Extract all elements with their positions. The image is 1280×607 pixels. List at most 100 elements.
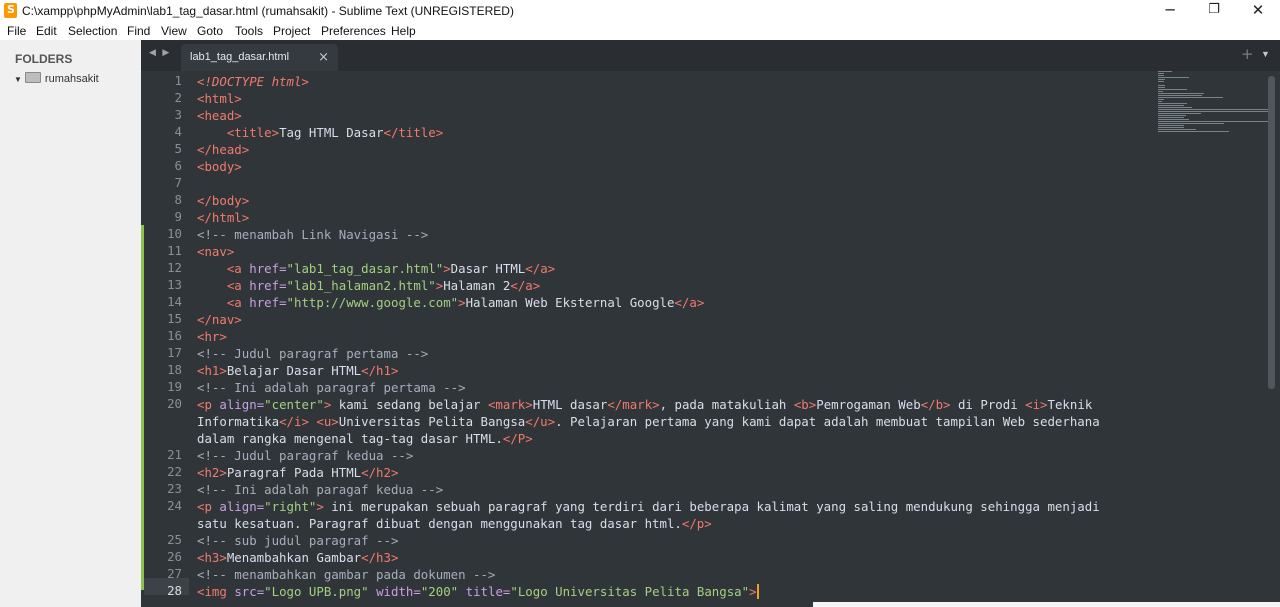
code-token: </h2> (361, 465, 399, 480)
tab-close-icon[interactable]: × (318, 50, 329, 65)
code-token: Halaman 2 (443, 278, 511, 293)
menu-tools[interactable]: Tools (235, 24, 263, 38)
code-line[interactable]: </body> (197, 192, 249, 209)
menu-goto[interactable]: Goto (197, 24, 223, 38)
folders-header: FOLDERS (15, 52, 73, 66)
minimap-line (1158, 99, 1164, 100)
code-line[interactable]: <img src="Logo UPB.png" width="200" titl… (197, 583, 759, 600)
code-line[interactable]: <!-- Ini adalah paragraf pertama --> (197, 379, 466, 396)
code-token: <mark> (487, 397, 533, 412)
code-line[interactable]: <head> (197, 107, 242, 124)
code-line[interactable]: </html> (197, 209, 249, 226)
vertical-scrollbar[interactable] (1268, 76, 1275, 389)
code-token: <!-- Judul paragraf pertama --> (197, 346, 429, 361)
code-line[interactable]: <h3>Menambahkan Gambar</h3> (197, 549, 398, 566)
code-line[interactable]: <html> (197, 90, 242, 107)
code-line[interactable]: satu kesatuan. Paragraf dibuat dengan me… (197, 515, 712, 532)
tab-lab1-tag-dasar[interactable]: lab1_tag_dasar.html × (181, 44, 338, 71)
minimap-line (1158, 75, 1164, 76)
code-token: dalam rangka mengenal tag-tag dasar HTML… (197, 431, 503, 446)
modified-lines-marker (141, 225, 144, 590)
code-token: <head> (197, 108, 242, 123)
code-token: <h3> (197, 550, 227, 565)
restore-button[interactable]: ❐ (1192, 0, 1236, 22)
code-token: "lab1_tag_dasar.html" (286, 261, 444, 276)
code-token: href= (249, 278, 287, 293)
code-token: > (316, 499, 324, 514)
code-line[interactable]: <p align="center"> kami sedang belajar <… (197, 396, 1092, 413)
menu-preferences[interactable]: Preferences (321, 24, 386, 38)
line-number: 27 (167, 566, 182, 581)
code-token: <p (197, 499, 220, 514)
menu-find[interactable]: Find (127, 24, 150, 38)
code-line[interactable]: </nav> (197, 311, 242, 328)
code-token: <h2> (197, 465, 227, 480)
folder-rumahsakit[interactable]: ▼ rumahsakit (14, 72, 99, 85)
close-button[interactable]: ✕ (1236, 0, 1280, 22)
code-line[interactable]: <!-- sub judul paragraf --> (197, 532, 398, 549)
code-line[interactable]: </head> (197, 141, 249, 158)
title-bar: C:\xampp\phpMyAdmin\lab1_tag_dasar.html … (0, 0, 1280, 22)
menu-view[interactable]: View (161, 24, 187, 38)
minimize-button[interactable]: ─ (1148, 0, 1192, 22)
code-line[interactable]: <!-- Judul paragraf kedua --> (197, 447, 413, 464)
line-number: 17 (167, 345, 182, 360)
folder-label: rumahsakit (44, 73, 99, 85)
minimap-line (1158, 107, 1193, 108)
code-line[interactable]: <!DOCTYPE html> (197, 73, 309, 90)
code-token: <nav> (197, 244, 235, 259)
minimap-line (1158, 91, 1163, 92)
minimap-line (1158, 111, 1268, 112)
menu-file[interactable]: File (7, 24, 26, 38)
code-token: href= (249, 261, 287, 276)
code-token: > (443, 261, 451, 276)
code-line[interactable]: <!-- menambah Link Navigasi --> (197, 226, 428, 243)
code-line[interactable]: <body> (197, 158, 242, 175)
minimap[interactable] (1158, 71, 1270, 137)
code-token: "right" (264, 499, 317, 514)
code-line[interactable]: <title>Tag HTML Dasar</title> (197, 124, 443, 141)
code-token: Paragraf Pada HTML (226, 465, 362, 480)
tab-bar: ◀ ▶ lab1_tag_dasar.html × + ▼ (141, 40, 1280, 71)
code-line[interactable]: <a href="http://www.google.com">Halaman … (197, 294, 704, 311)
tab-dropdown-icon[interactable]: ▼ (1261, 49, 1270, 59)
menu-selection[interactable]: Selection (68, 24, 117, 38)
code-token: > (749, 584, 757, 599)
code-line[interactable]: <a href="lab1_tag_dasar.html">Dasar HTML… (197, 260, 555, 277)
code-line[interactable]: <hr> (197, 328, 227, 345)
code-line[interactable]: <p align="right"> ini merupakan sebuah p… (197, 498, 1100, 515)
code-token: <u> (316, 414, 339, 429)
code-token: di Prodi (950, 397, 1026, 412)
code-line[interactable]: <nav> (197, 243, 234, 260)
code-editor[interactable]: 1 2 3 4 5 6 7 8 9 10 11 12 13 14 15 16 17 18 19 20 21 22 23 24 2… (141, 71, 1280, 607)
folder-icon (24, 72, 41, 83)
new-tab-plus-icon[interactable]: + (1241, 45, 1254, 63)
code-line[interactable]: <h1>Belajar Dasar HTML</h1> (197, 362, 398, 379)
code-token: </a> (674, 295, 705, 310)
code-token: <!DOCTYPE html> (197, 74, 309, 89)
code-token: "center" (264, 397, 324, 412)
code-line[interactable]: dalam rangka mengenal tag-tag dasar HTML… (197, 430, 533, 447)
code-line[interactable]: <!-- Ini adalah paragaf kedua --> (197, 481, 443, 498)
tab-nav-arrows-icon[interactable]: ◀ ▶ (149, 47, 171, 58)
code-line[interactable]: <h2>Paragraf Pada HTML</h2> (197, 464, 398, 481)
minimap-line (1158, 121, 1268, 122)
code-token: Dasar HTML (450, 261, 526, 276)
expand-triangle-icon[interactable]: ▼ (14, 75, 22, 84)
minimap-line (1158, 123, 1224, 124)
code-line[interactable]: <!-- Judul paragraf pertama --> (197, 345, 428, 362)
menu-project[interactable]: Project (273, 24, 310, 38)
window-title: C:\xampp\phpMyAdmin\lab1_tag_dasar.html … (22, 4, 514, 18)
menu-edit[interactable]: Edit (36, 24, 57, 38)
code-line[interactable]: <!-- menambahkan gambar pada dokumen --> (197, 566, 495, 583)
minimap-line (1158, 71, 1173, 72)
code-line[interactable]: <a href="lab1_halaman2.html">Halaman 2</… (197, 277, 540, 294)
menu-help[interactable]: Help (391, 24, 416, 38)
code-token: </P> (502, 431, 533, 446)
minimap-line (1158, 129, 1196, 130)
code-line[interactable]: Informatika</i> <u>Universitas Pelita Ba… (197, 413, 1100, 430)
code-token: <!-- menambah Link Navigasi --> (197, 227, 429, 242)
line-number: 24 (167, 498, 182, 513)
minimap-line (1158, 131, 1230, 132)
